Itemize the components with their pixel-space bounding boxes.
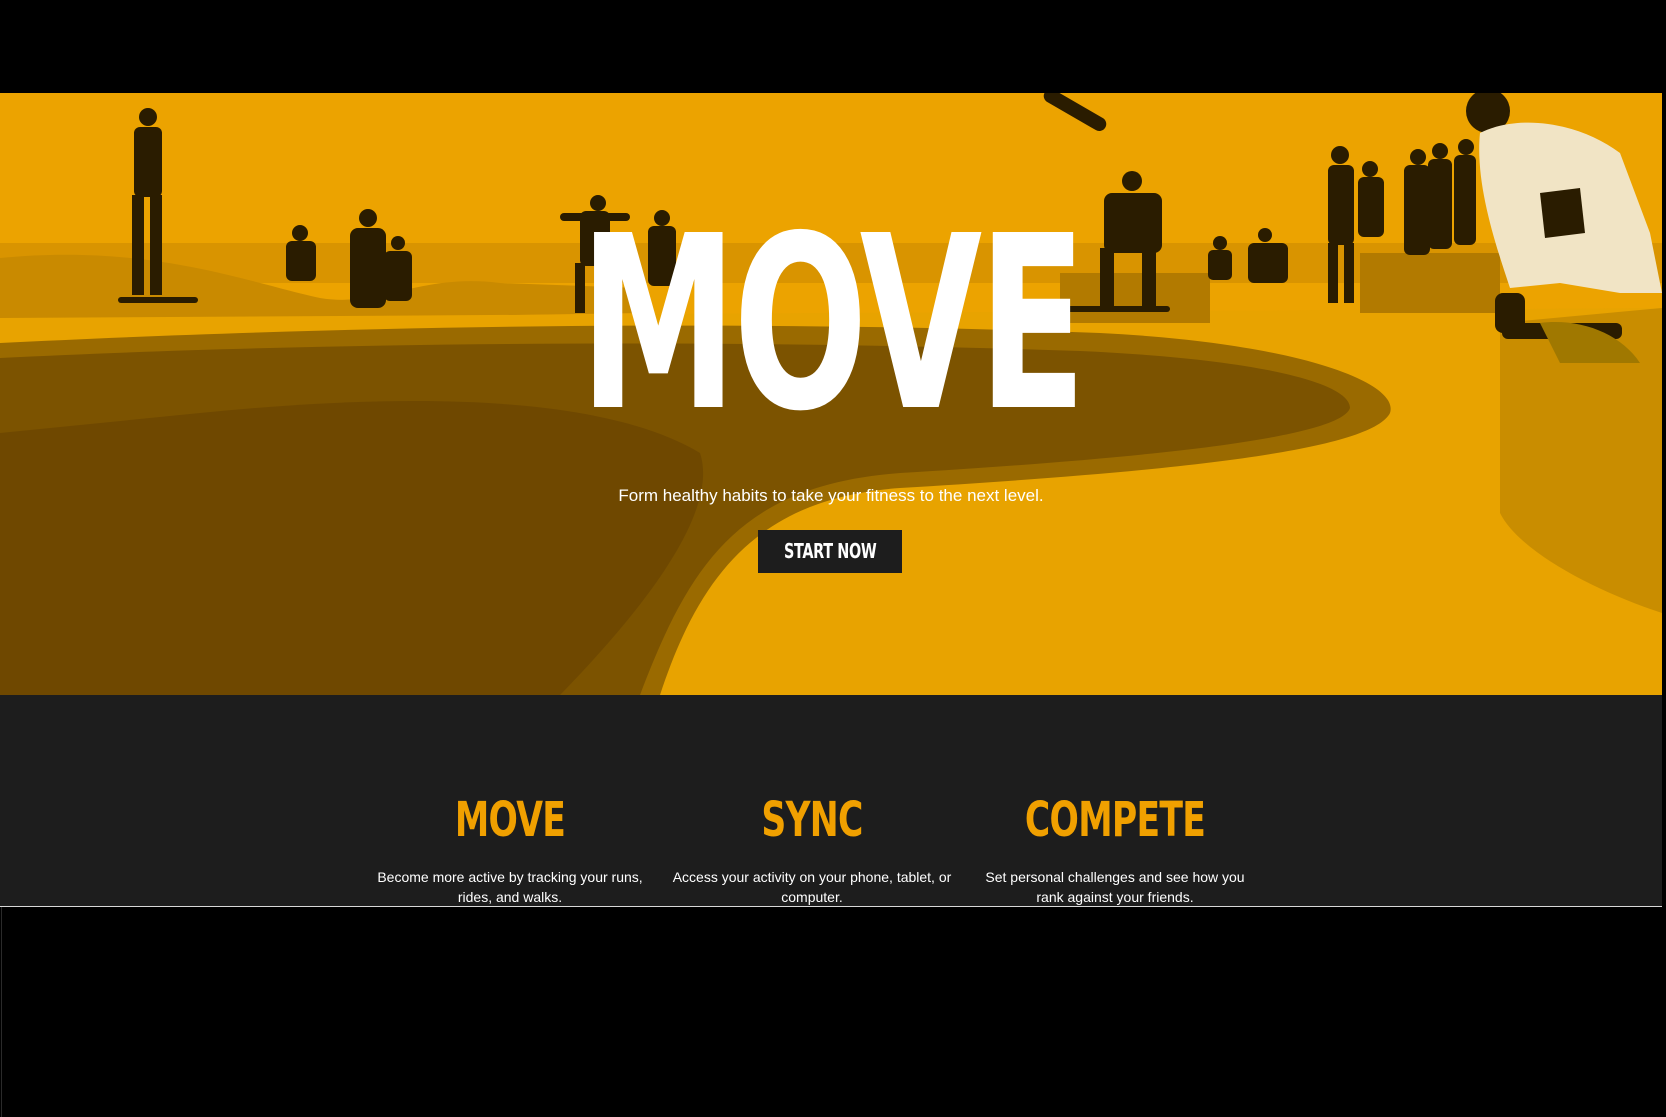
bottom-blank-area: [1, 907, 1662, 1117]
feature-title: SYNC: [761, 792, 863, 848]
hero-title: MOVE: [579, 184, 1087, 464]
feature-description: Become more active by tracking your runs…: [377, 869, 643, 905]
feature-title: MOVE: [454, 792, 566, 848]
features-section: MOVE Become more active by tracking your…: [0, 695, 1662, 906]
start-now-button[interactable]: START NOW: [758, 530, 902, 573]
feature-title: COMPETE: [1024, 792, 1206, 848]
hero-banner: MOVE Form healthy habits to take your fi…: [0, 93, 1662, 695]
landing-page: MOVE Form healthy habits to take your fi…: [0, 0, 1666, 1117]
hero-subtitle: Form healthy habits to take your fitness…: [618, 486, 1044, 505]
feature-description: Set personal challenges and see how you …: [985, 869, 1245, 905]
feature-description: Access your activity on your phone, tabl…: [672, 869, 952, 905]
start-now-label: START NOW: [783, 539, 877, 563]
